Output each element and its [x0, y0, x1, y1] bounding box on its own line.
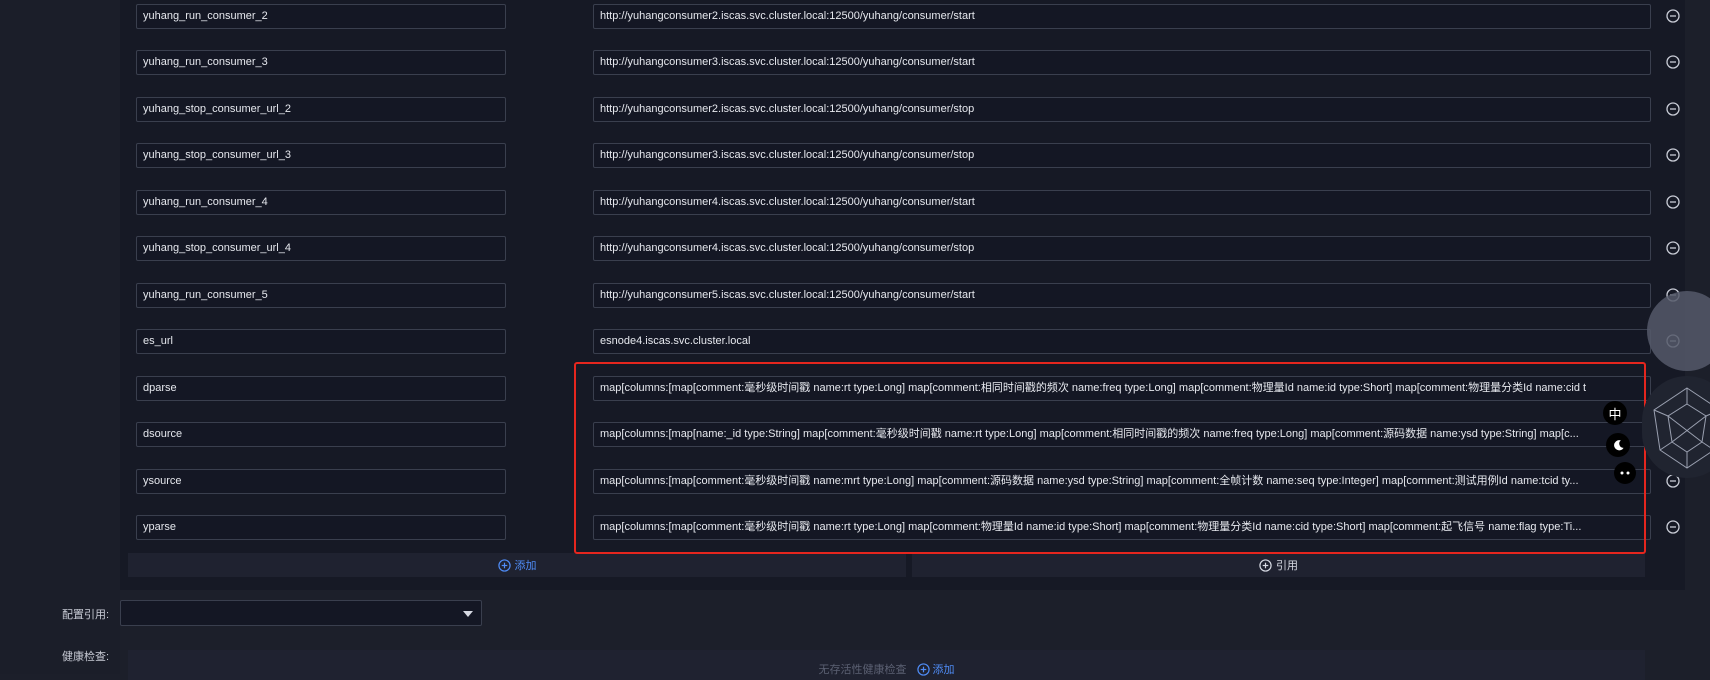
remove-variable-button[interactable]	[1665, 54, 1681, 70]
variable-value-input[interactable]: map[columns:[map[comment:毫秒级时间戳 name:rt …	[593, 515, 1651, 540]
variable-row: yparse map[columns:[map[comment:毫秒级时间戳 na…	[120, 511, 1685, 557]
variable-row: yuhang_run_consumer_4 http://yuhangconsum…	[120, 186, 1685, 232]
add-variable-label: 添加	[514, 560, 537, 572]
add-health-check-button[interactable]: 添加	[916, 661, 955, 677]
add-variable-button[interactable]: 添加	[128, 553, 906, 577]
language-toggle-button[interactable]: 中	[1603, 401, 1627, 425]
variable-row: dsource map[columns:[map[name:_id type:St…	[120, 418, 1685, 464]
variable-value-input[interactable]: esnode4.iscas.svc.cluster.local	[593, 329, 1651, 354]
variable-row: ysource map[columns:[map[comment:毫秒级时间戳 n…	[120, 465, 1685, 511]
dark-mode-button[interactable]	[1606, 433, 1630, 457]
variable-value-input[interactable]: http://yuhangconsumer4.iscas.svc.cluster…	[593, 236, 1651, 261]
variable-key-input[interactable]: yuhang_run_consumer_3	[136, 50, 506, 75]
remove-variable-button[interactable]	[1665, 194, 1681, 210]
variable-row: yuhang_run_consumer_5 http://yuhangconsum…	[120, 279, 1685, 325]
plus-circle-icon	[497, 558, 511, 572]
variable-key-input[interactable]: yuhang_stop_consumer_url_3	[136, 143, 506, 168]
variable-row: es_url esnode4.iscas.svc.cluster.local	[120, 325, 1685, 371]
variable-value-input[interactable]: http://yuhangconsumer3.iscas.svc.cluster…	[593, 143, 1651, 168]
minus-circle-icon	[1666, 148, 1680, 162]
variable-key-input[interactable]: dsource	[136, 422, 506, 447]
variable-key-input[interactable]: yuhang_run_consumer_2	[136, 4, 506, 29]
variable-value-input[interactable]: http://yuhangconsumer4.iscas.svc.cluster…	[593, 190, 1651, 215]
health-check-empty-text: 无存活性健康检查	[818, 664, 907, 676]
variable-value-input[interactable]: http://yuhangconsumer2.iscas.svc.cluster…	[593, 97, 1651, 122]
health-check-label: 健康检查:	[62, 651, 110, 663]
plus-circle-icon	[1259, 558, 1272, 572]
variable-key-input[interactable]: yuhang_stop_consumer_url_4	[136, 236, 506, 261]
variable-value-input[interactable]: http://yuhangconsumer3.iscas.svc.cluster…	[593, 50, 1651, 75]
add-health-check-label: 添加	[932, 664, 955, 676]
remove-variable-button[interactable]	[1665, 240, 1681, 256]
remove-variable-button[interactable]	[1665, 519, 1681, 535]
variable-row: yuhang_stop_consumer_url_4 http://yuhangc…	[120, 232, 1685, 278]
variables-panel: yuhang_run_consumer_2 http://yuhangconsum…	[120, 0, 1685, 590]
variable-row: yuhang_run_consumer_3 http://yuhangconsum…	[120, 46, 1685, 92]
remove-variable-button[interactable]	[1665, 101, 1681, 117]
minus-circle-icon	[1666, 102, 1680, 116]
minus-circle-icon	[1666, 55, 1680, 69]
variable-value-input[interactable]: map[columns:[map[comment:毫秒级时间戳 name:rt …	[593, 376, 1651, 401]
config-reference-label: 配置引用:	[62, 609, 110, 621]
more-options-button[interactable]	[1614, 462, 1636, 484]
variable-row: yuhang_stop_consumer_url_2 http://yuhangc…	[120, 93, 1685, 139]
health-check-panel: 无存活性健康检查 添加	[128, 650, 1645, 680]
variable-row: yuhang_run_consumer_2 http://yuhangconsum…	[120, 0, 1685, 46]
reference-variable-label: 引用	[1276, 560, 1298, 572]
reference-variable-button[interactable]: 引用	[912, 553, 1645, 577]
left-gutter	[0, 0, 120, 674]
language-toggle-label: 中	[1608, 406, 1622, 422]
variable-key-input[interactable]: yuhang_run_consumer_5	[136, 283, 506, 308]
variable-value-input[interactable]: http://yuhangconsumer2.iscas.svc.cluster…	[593, 4, 1651, 29]
caret-down-icon	[463, 611, 473, 617]
minus-circle-icon	[1666, 195, 1680, 209]
config-reference-select[interactable]	[120, 600, 482, 626]
side-assistant-logo[interactable]	[1642, 376, 1710, 478]
variable-value-input[interactable]: http://yuhangconsumer5.iscas.svc.cluster…	[593, 283, 1651, 308]
variable-value-input[interactable]: map[columns:[map[name:_id type:String] m…	[593, 422, 1651, 447]
variable-row: yuhang_stop_consumer_url_3 http://yuhangc…	[120, 139, 1685, 185]
polyhedron-logo-icon	[1653, 387, 1710, 469]
variable-value-input[interactable]: map[columns:[map[comment:毫秒级时间戳 name:mrt…	[593, 469, 1651, 494]
variable-key-input[interactable]: yuhang_stop_consumer_url_2	[136, 97, 506, 122]
remove-variable-button[interactable]	[1665, 8, 1681, 24]
variable-key-input[interactable]: yparse	[136, 515, 506, 540]
minus-circle-icon	[1666, 520, 1680, 534]
minus-circle-icon	[1666, 9, 1680, 23]
variable-key-input[interactable]: yuhang_run_consumer_4	[136, 190, 506, 215]
dots-icon	[1620, 471, 1630, 475]
remove-variable-button[interactable]	[1665, 147, 1681, 163]
variable-key-input[interactable]: es_url	[136, 329, 506, 354]
moon-icon	[1613, 439, 1624, 450]
minus-circle-icon	[1666, 241, 1680, 255]
variable-key-input[interactable]: ysource	[136, 469, 506, 494]
variable-key-input[interactable]: dparse	[136, 376, 506, 401]
variable-row: dparse map[columns:[map[comment:毫秒级时间戳 na…	[120, 372, 1685, 418]
